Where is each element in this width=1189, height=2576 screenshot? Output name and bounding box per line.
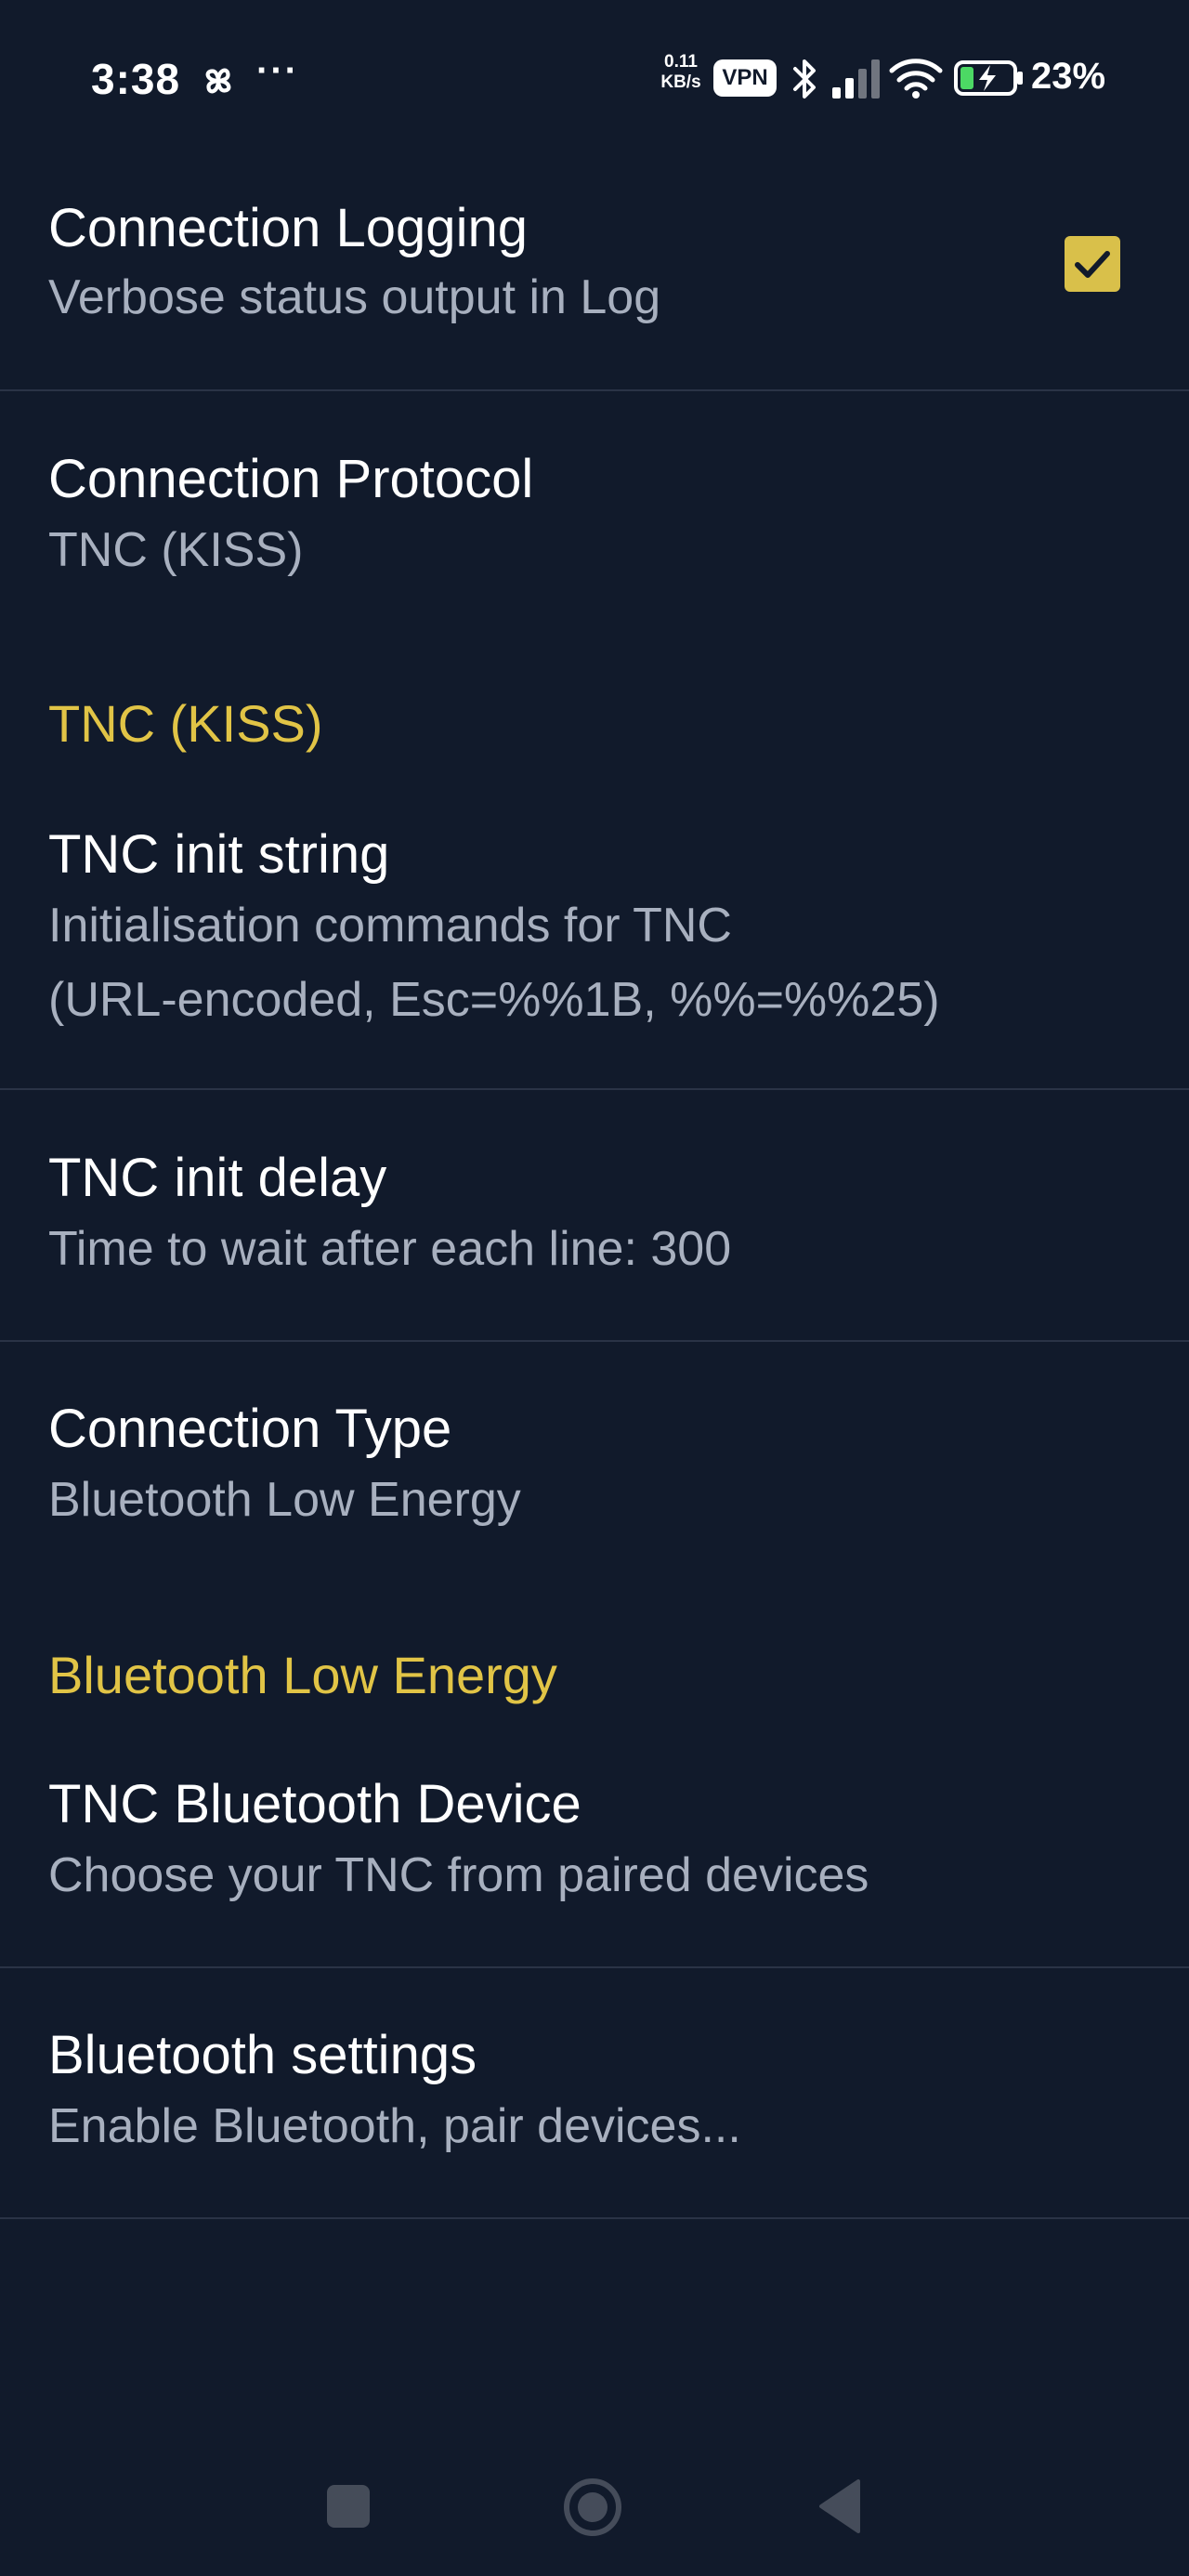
- pref-title: Connection Type: [48, 1399, 452, 1459]
- pref-title: TNC init string: [48, 824, 390, 885]
- wifi-icon: [889, 59, 943, 99]
- divider: [0, 389, 1189, 391]
- checkmark-icon: [1075, 251, 1110, 278]
- pref-summary: Enable Bluetooth, pair devices...: [48, 2099, 741, 2153]
- pref-summary-line2: (URL-encoded, Esc=%%1B, %%=%%25): [48, 973, 940, 1027]
- status-more-dots: ···: [256, 50, 299, 91]
- pref-tnc-bluetooth-device[interactable]: TNC Bluetooth Device Choose your TNC fro…: [0, 1753, 1189, 1957]
- pref-summary: Bluetooth Low Energy: [48, 1473, 521, 1527]
- bluetooth-icon: [793, 59, 816, 99]
- pinwheel-icon: [205, 68, 231, 94]
- logging-checkbox[interactable]: [1065, 236, 1120, 292]
- recents-square-icon[interactable]: [327, 2485, 370, 2528]
- pref-connection-protocol[interactable]: Connection Protocol TNC (KISS): [0, 427, 1189, 595]
- settings-screen: 3:38 ··· 0.11 KB/s VPN 23% Connection Lo…: [0, 0, 1189, 2576]
- navigation-bar: [0, 2435, 1189, 2576]
- pref-summary: TNC (KISS): [48, 523, 304, 577]
- divider: [0, 2217, 1189, 2219]
- divider: [0, 1966, 1189, 1968]
- network-speed-value: 0.11: [664, 52, 698, 72]
- pref-summary-line1: Initialisation commands for TNC: [48, 899, 732, 953]
- pref-summary: Time to wait after each line: 300: [48, 1222, 732, 1276]
- pref-connection-logging[interactable]: Connection Logging Verbose status output…: [0, 177, 1189, 390]
- pref-summary: Choose your TNC from paired devices: [48, 1848, 869, 1902]
- status-time: 3:38: [91, 55, 181, 103]
- pref-tnc-init-string[interactable]: TNC init string Initialisation commands …: [0, 803, 1189, 1082]
- pref-title: TNC Bluetooth Device: [48, 1774, 581, 1834]
- category-tnc-kiss: TNC (KISS): [48, 694, 323, 753]
- pref-title: Connection Logging: [48, 198, 528, 258]
- pref-tnc-init-delay[interactable]: TNC init delay Time to wait after each l…: [0, 1126, 1189, 1331]
- back-triangle-icon[interactable]: [816, 2477, 862, 2535]
- home-circle-icon[interactable]: [561, 2476, 624, 2539]
- divider: [0, 1340, 1189, 1342]
- pref-summary: Verbose status output in Log: [48, 270, 661, 324]
- vpn-badge: VPN: [713, 59, 777, 97]
- pref-bluetooth-settings[interactable]: Bluetooth settings Enable Bluetooth, pai…: [0, 2004, 1189, 2208]
- pref-connection-type[interactable]: Connection Type Bluetooth Low Energy: [0, 1377, 1189, 1544]
- status-bar: 3:38 ··· 0.11 KB/s VPN 23%: [0, 0, 1189, 158]
- category-bluetooth-low-energy: Bluetooth Low Energy: [48, 1646, 557, 1704]
- network-speed-unit: KB/s: [660, 72, 701, 92]
- signal-icon: [832, 59, 880, 99]
- battery-percent: 23%: [1031, 56, 1106, 97]
- network-speed: 0.11 KB/s: [650, 52, 712, 93]
- divider: [0, 1088, 1189, 1090]
- battery-charging-icon: [954, 60, 1023, 96]
- pref-title: TNC init delay: [48, 1148, 387, 1208]
- pref-title: Bluetooth settings: [48, 2025, 477, 2085]
- pref-title: Connection Protocol: [48, 449, 534, 509]
